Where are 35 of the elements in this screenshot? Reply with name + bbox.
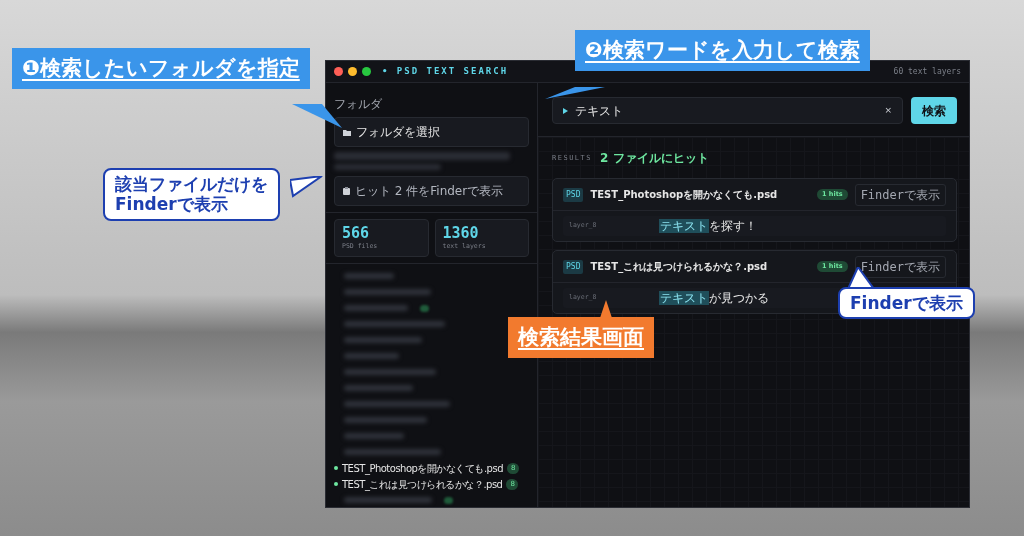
folder-label: フォルダ (334, 96, 383, 113)
show-in-finder-button[interactable]: ヒット 2 件をFinderで表示 (334, 176, 529, 206)
status-dot-icon (334, 466, 338, 471)
status-dot-icon (334, 482, 338, 487)
blurred-file-name (344, 385, 413, 392)
match-text: テキスト を探す！ (659, 218, 757, 235)
annotation-callout: ❶検索したいフォルダを指定 (12, 48, 310, 90)
blurred-file-name (344, 273, 394, 280)
callout-pointer (545, 87, 605, 99)
clear-button[interactable]: × (884, 103, 892, 118)
result-file-name: TEST_Photoshopを開かなくても.psd (590, 188, 778, 202)
select-folder-button[interactable]: フォルダを選択 (334, 117, 529, 147)
blurred-file-name (344, 305, 408, 312)
blurred-count-badge (420, 304, 429, 312)
annotation-callout: 該当ファイルだけを Finderで表示 (103, 168, 280, 221)
clipboard-icon (343, 187, 350, 195)
file-type-tag: PSD (563, 187, 584, 202)
result-file-name: TEST_これは見つけられるかな？.psd (590, 260, 768, 274)
annotation-callout: 検索結果画面 (508, 317, 654, 359)
annotation-callout: ❷検索ワードを入力して検索 (575, 30, 870, 72)
play-icon (563, 107, 568, 114)
blurred-count-badge (444, 496, 453, 504)
layer-count-text: 60 text layers (893, 65, 961, 78)
window-title: • PSD TEXT SEARCH (382, 64, 509, 78)
blurred-file-name (344, 433, 404, 440)
blurred-file-name (344, 353, 399, 360)
folder-icon (343, 128, 351, 136)
results-summary: 2 ファイルにヒット (600, 150, 709, 167)
file-type-tag: PSD (563, 259, 584, 274)
search-button[interactable]: 検索 (911, 97, 957, 124)
stat-value: 1360 (442, 225, 480, 242)
match-text: テキスト が見つかる (659, 290, 769, 307)
show-in-finder-button[interactable]: Finderで表示 (854, 183, 946, 206)
stat-value: 566 (342, 225, 371, 242)
search-field[interactable]: テキスト × (552, 97, 903, 124)
